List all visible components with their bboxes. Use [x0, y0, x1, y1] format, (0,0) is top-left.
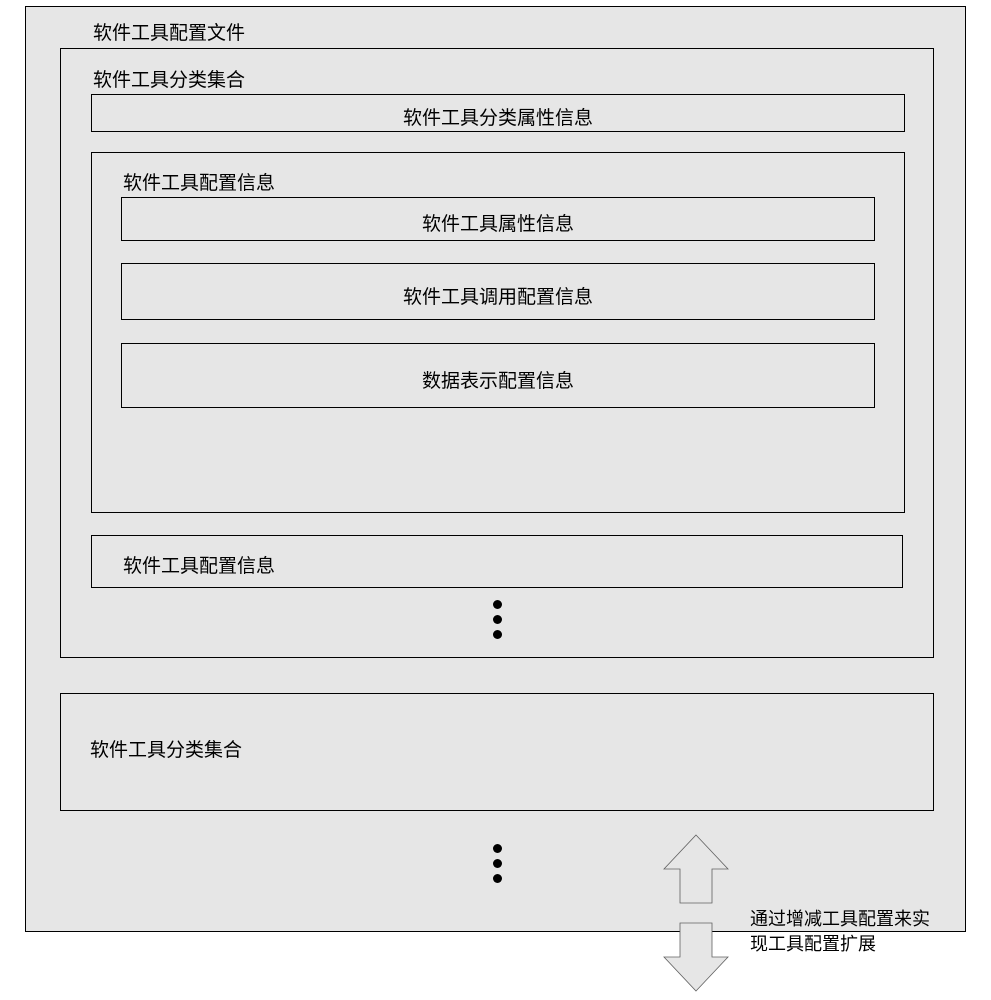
diagram-canvas: 软件工具配置文件 软件工具分类集合 软件工具分类属性信息 软件工具配置信息 软件… — [0, 0, 991, 1000]
note-line-2: 现工具配置扩展 — [750, 930, 876, 956]
config-info-2-title: 软件工具配置信息 — [123, 551, 275, 578]
config-info-1-title: 软件工具配置信息 — [123, 168, 275, 195]
double-arrow-icon — [648, 833, 744, 998]
category-attr-box: 软件工具分类属性信息 — [91, 94, 905, 132]
note-line-1: 通过增减工具配置来实 — [750, 905, 930, 931]
ellipsis-icon — [487, 594, 507, 645]
tool-attr-label: 软件工具属性信息 — [122, 209, 874, 236]
ellipsis-icon-2 — [487, 838, 507, 889]
tool-invoke-box: 软件工具调用配置信息 — [121, 263, 875, 320]
category-set-1-title: 软件工具分类集合 — [93, 65, 245, 92]
tool-data-box: 数据表示配置信息 — [121, 343, 875, 408]
tool-attr-box: 软件工具属性信息 — [121, 197, 875, 241]
outer-title: 软件工具配置文件 — [93, 18, 245, 45]
tool-invoke-label: 软件工具调用配置信息 — [122, 282, 874, 309]
category-attr-label: 软件工具分类属性信息 — [92, 103, 904, 130]
tool-data-label: 数据表示配置信息 — [122, 366, 874, 393]
category-set-2-title: 软件工具分类集合 — [90, 735, 242, 762]
